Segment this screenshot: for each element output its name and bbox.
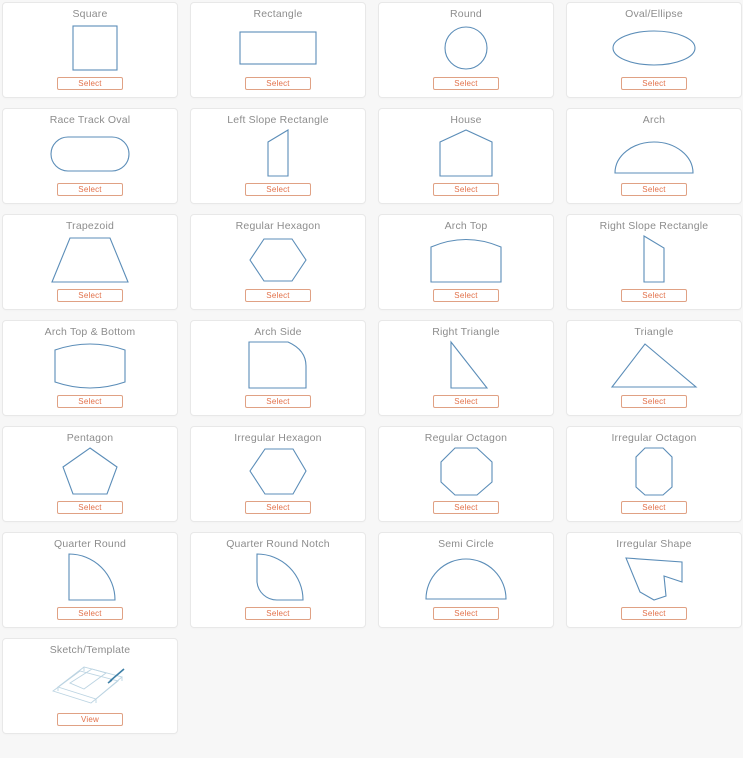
select-button[interactable]: Select xyxy=(433,289,499,302)
arch-side-shape xyxy=(191,337,365,395)
shape-card[interactable]: Arch Top & Bottom Select xyxy=(2,320,178,416)
shape-card[interactable]: Regular Octagon Select xyxy=(378,426,554,522)
select-button[interactable]: Select xyxy=(57,607,123,620)
select-button[interactable]: Select xyxy=(433,77,499,90)
shape-card[interactable]: Triangle Select xyxy=(566,320,742,416)
select-button[interactable]: Select xyxy=(433,501,499,514)
shape-card[interactable]: Arch Top Select xyxy=(378,214,554,310)
shape-card[interactable]: Pentagon Select xyxy=(2,426,178,522)
select-button[interactable]: Select xyxy=(245,183,311,196)
shape-card[interactable]: Irregular Shape Select xyxy=(566,532,742,628)
shape-selection-grid: Square Select Rectangle Select Round Select Ov… xyxy=(0,0,743,734)
select-button[interactable]: Select xyxy=(245,607,311,620)
shape-card[interactable]: Right Triangle Select xyxy=(378,320,554,416)
arch-shape xyxy=(567,125,741,183)
select-button[interactable]: Select xyxy=(433,395,499,408)
select-button[interactable]: Select xyxy=(245,501,311,514)
rectangle-shape xyxy=(191,19,365,77)
shape-card[interactable]: Right Slope Rectangle Select xyxy=(566,214,742,310)
quarter-round-notch-shape xyxy=(191,549,365,607)
arch-top-bottom-shape xyxy=(3,337,177,395)
pentagon-shape xyxy=(3,443,177,501)
shape-card[interactable]: Square Select xyxy=(2,2,178,98)
regular-hexagon-shape xyxy=(191,231,365,289)
select-button[interactable]: Select xyxy=(57,395,123,408)
semi-circle-shape xyxy=(379,549,553,607)
select-button[interactable]: Select xyxy=(621,77,687,90)
select-button[interactable]: Select xyxy=(57,289,123,302)
shape-card[interactable]: Left Slope Rectangle Select xyxy=(190,108,366,204)
select-button[interactable]: Select xyxy=(621,289,687,302)
select-button[interactable]: Select xyxy=(621,501,687,514)
select-button[interactable]: Select xyxy=(621,183,687,196)
select-button[interactable]: Select xyxy=(433,607,499,620)
right-slope-rectangle-shape xyxy=(567,231,741,289)
right-triangle-shape xyxy=(379,337,553,395)
shape-card[interactable]: Arch Select xyxy=(566,108,742,204)
square-shape xyxy=(3,19,177,77)
irregular-octagon-shape xyxy=(567,443,741,501)
shape-card[interactable]: Sketch/Template View xyxy=(2,638,178,734)
regular-octagon-shape xyxy=(379,443,553,501)
shape-card[interactable]: House Select xyxy=(378,108,554,204)
select-button[interactable]: Select xyxy=(57,501,123,514)
left-slope-rectangle-shape xyxy=(191,125,365,183)
sketch-template-icon xyxy=(3,655,177,713)
select-button[interactable]: Select xyxy=(245,289,311,302)
select-button[interactable]: Select xyxy=(245,395,311,408)
select-button[interactable]: Select xyxy=(433,183,499,196)
trapezoid-shape xyxy=(3,231,177,289)
select-button[interactable]: Select xyxy=(621,395,687,408)
select-button[interactable]: Select xyxy=(245,77,311,90)
shape-card[interactable]: Semi Circle Select xyxy=(378,532,554,628)
select-button[interactable]: Select xyxy=(57,183,123,196)
oval-ellipse-shape xyxy=(567,19,741,77)
house-shape xyxy=(379,125,553,183)
irregular-hexagon-shape xyxy=(191,443,365,501)
shape-card[interactable]: Trapezoid Select xyxy=(2,214,178,310)
shape-card[interactable]: Irregular Octagon Select xyxy=(566,426,742,522)
shape-card[interactable]: Quarter Round Notch Select xyxy=(190,532,366,628)
arch-top-shape xyxy=(379,231,553,289)
select-button[interactable]: Select xyxy=(57,77,123,90)
view-button[interactable]: View xyxy=(57,713,123,726)
shape-card[interactable]: Arch Side Select xyxy=(190,320,366,416)
shape-card[interactable]: Quarter Round Select xyxy=(2,532,178,628)
triangle-shape xyxy=(567,337,741,395)
shape-card[interactable]: Oval/Ellipse Select xyxy=(566,2,742,98)
shape-card[interactable]: Rectangle Select xyxy=(190,2,366,98)
irregular-shape xyxy=(567,549,741,607)
shape-card[interactable]: Round Select xyxy=(378,2,554,98)
shape-card[interactable]: Regular Hexagon Select xyxy=(190,214,366,310)
select-button[interactable]: Select xyxy=(621,607,687,620)
quarter-round-shape xyxy=(3,549,177,607)
shape-card[interactable]: Race Track Oval Select xyxy=(2,108,178,204)
shape-card[interactable]: Irregular Hexagon Select xyxy=(190,426,366,522)
round-shape xyxy=(379,19,553,77)
race-track-oval-shape xyxy=(3,125,177,183)
